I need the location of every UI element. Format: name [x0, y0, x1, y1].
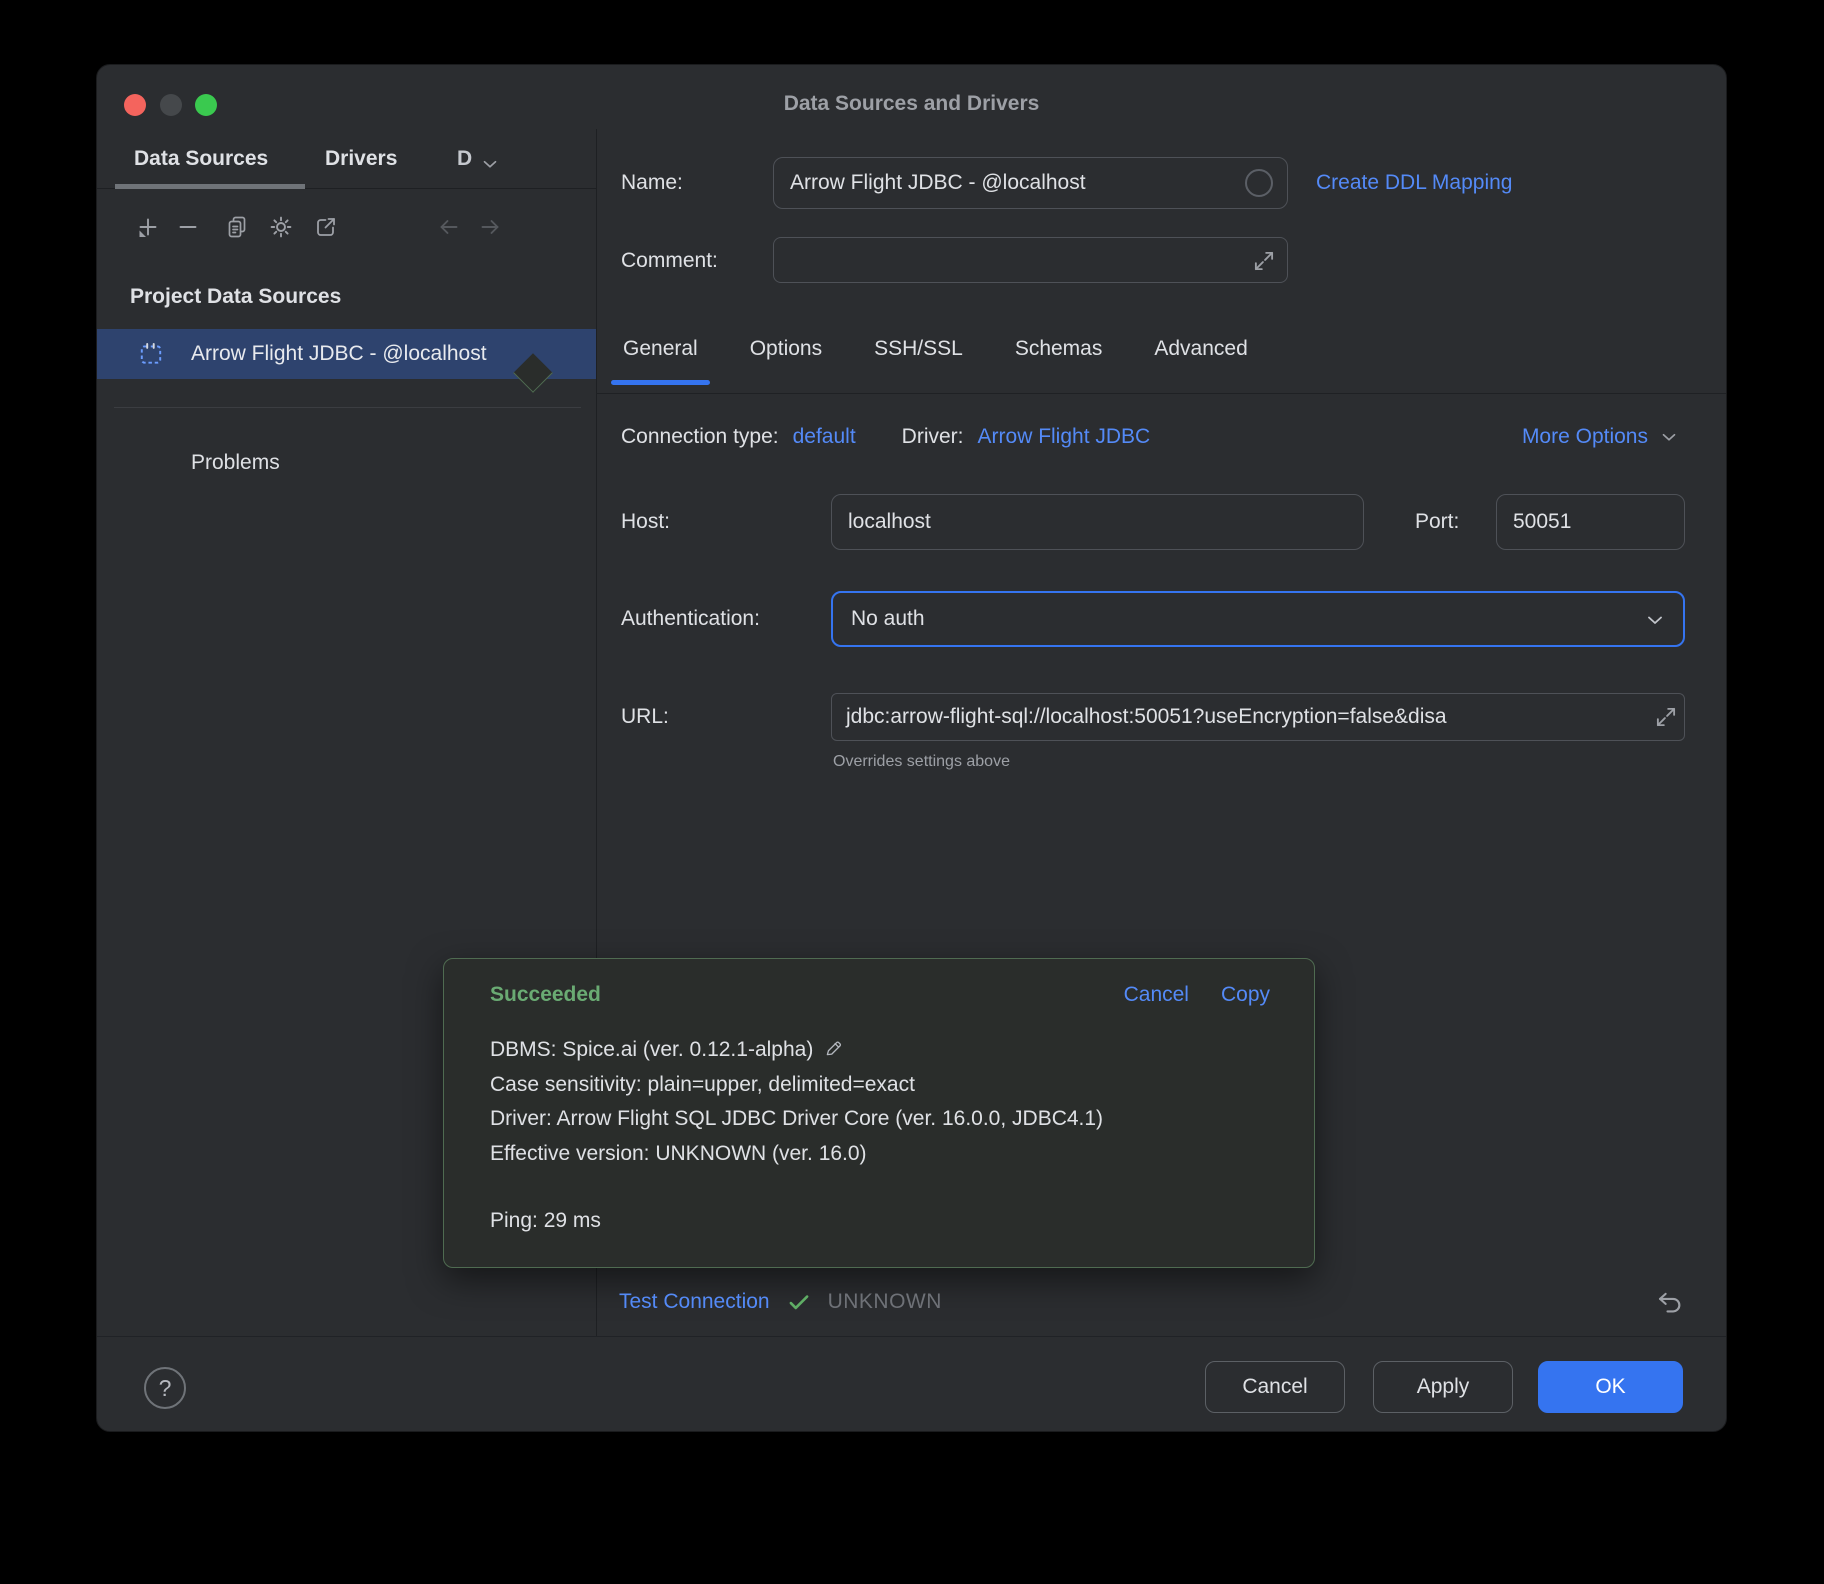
project-data-sources-heading: Project Data Sources [130, 285, 341, 309]
data-source-icon [138, 341, 164, 367]
remove-icon[interactable] [176, 215, 200, 239]
footer-divider [97, 1336, 1727, 1337]
connection-type-value[interactable]: default [793, 425, 856, 449]
data-sources-dialog: Data Sources and Drivers Data Sources Dr… [96, 64, 1727, 1432]
connection-type-label: Connection type: [621, 425, 779, 449]
data-source-label: Arrow Flight JDBC - @localhost [191, 329, 487, 379]
more-options[interactable]: More Options [1522, 425, 1680, 449]
name-label: Name: [621, 171, 683, 195]
host-input[interactable]: localhost [831, 494, 1364, 550]
dbms-line: DBMS: Spice.ai (ver. 0.12.1-alpha) [490, 1033, 1103, 1068]
case-sensitivity-line: Case sensitivity: plain=upper, delimited… [490, 1068, 1103, 1103]
check-icon [786, 1289, 812, 1315]
tab-advanced[interactable]: Advanced [1154, 337, 1247, 367]
ping-line: Ping: 29 ms [490, 1204, 1103, 1239]
tab-schemas[interactable]: Schemas [1015, 337, 1103, 367]
authentication-select[interactable]: No auth [831, 591, 1685, 647]
url-label: URL: [621, 705, 669, 729]
ok-button[interactable]: OK [1538, 1361, 1683, 1413]
connection-type-row: Connection type: default Driver: Arrow F… [621, 425, 1150, 449]
add-icon[interactable] [136, 215, 160, 239]
tab-general[interactable]: General [623, 337, 698, 367]
popup-copy-link[interactable]: Copy [1221, 983, 1270, 1007]
help-icon[interactable]: ? [144, 1367, 186, 1409]
port-label: Port: [1415, 510, 1459, 534]
test-connection-popup: Succeeded Cancel Copy DBMS: Spice.ai (ve… [443, 958, 1315, 1268]
chevron-down-icon [1658, 426, 1680, 448]
expand-icon[interactable] [1251, 248, 1277, 274]
popup-actions: Cancel Copy [1124, 983, 1270, 1007]
host-label: Host: [621, 510, 670, 534]
duplicate-icon[interactable] [225, 215, 249, 239]
url-value: jdbc:arrow-flight-sql://localhost:50051?… [832, 694, 1684, 740]
window-title: Data Sources and Drivers [97, 92, 1726, 116]
spinner-icon [1245, 169, 1273, 197]
name-value: Arrow Flight JDBC - @localhost [774, 158, 1287, 208]
authentication-value: No auth [833, 593, 1683, 645]
screen: Data Sources and Drivers Data Sources Dr… [0, 0, 1824, 1584]
undo-icon[interactable] [1655, 1287, 1685, 1317]
back-arrow-icon [437, 215, 461, 239]
create-ddl-mapping-link[interactable]: Create DDL Mapping [1316, 171, 1513, 195]
open-in-new-icon[interactable] [314, 215, 338, 239]
popup-cancel-link[interactable]: Cancel [1124, 983, 1189, 1007]
tab-options[interactable]: Options [750, 337, 822, 367]
host-value: localhost [832, 495, 1363, 549]
test-status: UNKNOWN [828, 1290, 942, 1314]
port-value: 50051 [1497, 495, 1684, 549]
driver-value[interactable]: Arrow Flight JDBC [978, 425, 1151, 449]
tab-drivers[interactable]: Drivers [325, 147, 397, 171]
edit-pencil-icon[interactable] [823, 1038, 844, 1059]
port-input[interactable]: 50051 [1496, 494, 1685, 550]
test-connection-link[interactable]: Test Connection [619, 1290, 770, 1314]
test-connection-row: Test Connection UNKNOWN [619, 1289, 942, 1315]
authentication-label: Authentication: [621, 607, 760, 631]
tab-ddl-truncated[interactable]: D [457, 147, 472, 171]
chevron-down-icon[interactable] [479, 153, 501, 175]
tab-data-sources[interactable]: Data Sources [134, 147, 268, 171]
popup-details: DBMS: Spice.ai (ver. 0.12.1-alpha) Case … [490, 1033, 1103, 1239]
tabs-divider [596, 393, 1727, 394]
status-succeeded: Succeeded [490, 983, 601, 1007]
chevron-down-icon [1643, 608, 1667, 632]
driver-label: Driver: [902, 425, 964, 449]
active-tab-underline [115, 184, 305, 189]
comment-input[interactable] [773, 237, 1288, 283]
cancel-button[interactable]: Cancel [1205, 1361, 1345, 1413]
settings-tabs: General Options SSH/SSL Schemas Advanced [623, 337, 1248, 367]
name-input[interactable]: Arrow Flight JDBC - @localhost [773, 157, 1288, 209]
url-hint: Overrides settings above [833, 753, 1010, 771]
dbms-text: DBMS: Spice.ai (ver. 0.12.1-alpha) [490, 1038, 813, 1061]
comment-label: Comment: [621, 249, 718, 273]
url-input[interactable]: jdbc:arrow-flight-sql://localhost:50051?… [831, 693, 1685, 741]
sidebar-section-divider [114, 407, 581, 408]
forward-arrow-icon [478, 215, 502, 239]
gear-icon[interactable] [269, 215, 293, 239]
effective-version-line: Effective version: UNKNOWN (ver. 16.0) [490, 1137, 1103, 1172]
expand-icon[interactable] [1653, 704, 1679, 730]
apply-button[interactable]: Apply [1373, 1361, 1513, 1413]
sidebar-item-problems[interactable]: Problems [191, 451, 280, 475]
help-glyph: ? [159, 1375, 172, 1402]
driver-line: Driver: Arrow Flight SQL JDBC Driver Cor… [490, 1102, 1103, 1137]
tab-ssh-ssl[interactable]: SSH/SSL [874, 337, 963, 367]
more-options-label[interactable]: More Options [1522, 425, 1648, 449]
